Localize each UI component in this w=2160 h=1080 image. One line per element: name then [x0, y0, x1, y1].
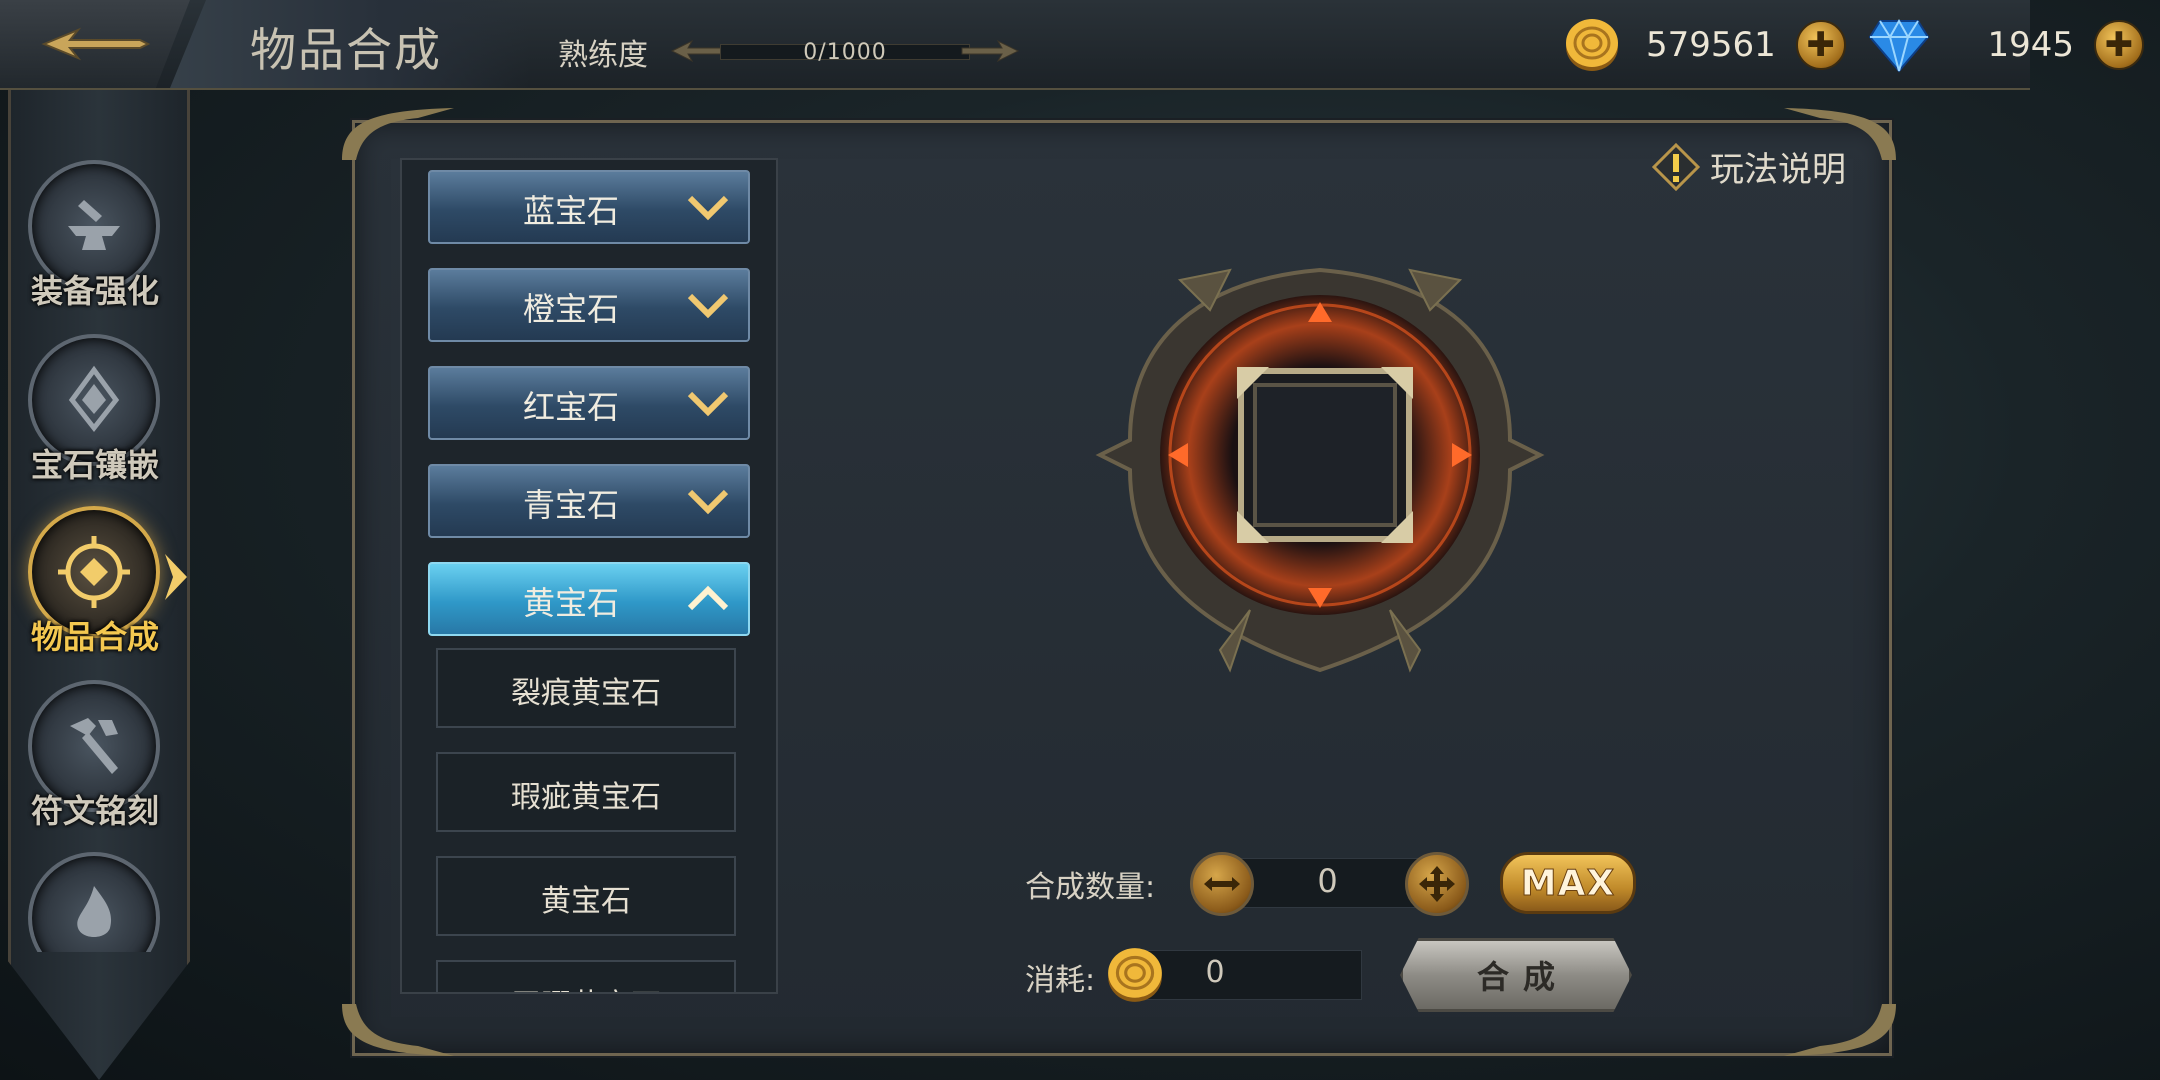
chevron-down-icon — [687, 293, 729, 319]
chevron-up-icon — [687, 585, 729, 611]
sidebar-item-forge[interactable] — [18, 852, 168, 952]
subitem-flawed-topaz[interactable]: 瑕疵黄宝石 — [436, 752, 736, 832]
subitem-cracked-topaz[interactable]: 裂痕黄宝石 — [436, 648, 736, 728]
flame-icon — [77, 886, 112, 937]
sidebar-item-gem-inlay[interactable]: 宝石镶嵌 — [18, 334, 168, 494]
subitem-topaz[interactable]: 黄宝石 — [436, 856, 736, 936]
sidebar-item-label: 符文铭刻 — [30, 792, 159, 830]
diamond-currency: 1945 ✚ — [1868, 14, 2144, 76]
proficiency-value: 0/1000 — [803, 40, 887, 65]
help-button[interactable]: 玩法说明 — [1652, 142, 1846, 191]
quantity-value[interactable]: 0 — [1270, 862, 1385, 900]
synthesize-button[interactable]: 合成 — [1400, 938, 1632, 1012]
category-list[interactable]: 蓝宝石 橙宝石 红宝石 青宝石 黄宝石 裂痕黄宝石 瑕疵黄宝石 黄宝石 无暇黄宝… — [400, 158, 778, 994]
add-gold-button[interactable]: ✚ — [1795, 20, 1846, 70]
sidebar-item-label: 装备强化 — [30, 272, 159, 310]
help-label: 玩法说明 — [1710, 150, 1846, 190]
corner-ornament-icon — [342, 1004, 454, 1056]
corner-ornament-icon — [342, 108, 454, 160]
corner-ornament-icon — [1784, 1004, 1896, 1056]
max-label: MAX — [1520, 862, 1616, 904]
active-indicator-arrow-icon — [165, 554, 187, 600]
chevron-down-icon — [687, 195, 729, 221]
cost-value: 0 — [1205, 955, 1225, 990]
exclamation-icon — [1652, 142, 1700, 191]
max-quantity-button[interactable]: MAX — [1500, 852, 1636, 914]
gold-coin-icon — [1108, 948, 1162, 1002]
increase-quantity-button[interactable] — [1405, 852, 1469, 916]
category-sapphire-button[interactable]: 蓝宝石 — [428, 170, 750, 244]
chevron-down-icon — [687, 489, 729, 515]
quantity-label: 合成数量: — [1025, 870, 1156, 905]
item-slot-frame-icon — [1237, 367, 1413, 543]
chevron-down-icon — [687, 391, 729, 417]
minus-arrows-icon — [1204, 877, 1240, 891]
subitem-flawless-topaz[interactable]: 无暇黄宝石 — [436, 960, 736, 992]
compass-diamond-icon — [58, 536, 130, 608]
gold-currency: 579561 ✚ — [1562, 14, 1846, 76]
category-ruby-button[interactable]: 红宝石 — [428, 366, 750, 440]
subitem-label: 黄宝石 — [541, 884, 631, 919]
diamond-amount: 1945 — [1987, 25, 2074, 65]
gem-socket-icon — [68, 365, 120, 433]
plus-arrows-icon — [1419, 866, 1455, 902]
sidebar-item-rune-engrave[interactable]: 符文铭刻 — [18, 680, 168, 840]
subitem-label: 裂痕黄宝石 — [511, 676, 661, 711]
plus-icon: ✚ — [1806, 25, 1836, 65]
sidebar-item-circle — [28, 852, 160, 952]
category-orange-gem-button[interactable]: 橙宝石 — [428, 268, 750, 342]
gold-amount: 579561 — [1646, 25, 1776, 65]
sidebar-item-equipment-enhance[interactable]: 装备强化 — [18, 160, 168, 320]
synthesize-label: 合成 — [1476, 958, 1569, 996]
decrease-quantity-button[interactable] — [1190, 852, 1254, 916]
anvil-icon — [68, 200, 120, 250]
diamond-icon — [1868, 18, 1930, 73]
page-title: 物品合成 — [250, 23, 442, 77]
plus-icon: ✚ — [2104, 25, 2134, 65]
add-diamond-button[interactable]: ✚ — [2094, 20, 2144, 70]
category-topaz-button[interactable]: 黄宝石 — [428, 562, 750, 636]
hammer-icon — [70, 718, 118, 774]
sidebar-item-label: 宝石镶嵌 — [30, 446, 159, 484]
back-arrow-icon — [41, 27, 150, 61]
cost-label: 消耗: — [1025, 963, 1096, 998]
synthesis-target-slot[interactable] — [1235, 365, 1415, 545]
proficiency-label: 熟练度 — [558, 38, 648, 73]
sidebar-item-label: 物品合成 — [30, 618, 159, 656]
category-cyan-gem-button[interactable]: 青宝石 — [428, 464, 750, 538]
subitem-label: 无暇黄宝石 — [438, 980, 734, 992]
subitem-label: 瑕疵黄宝石 — [511, 780, 661, 815]
sidebar-item-item-synthesis[interactable]: 物品合成 — [18, 506, 168, 666]
proficiency-bar: 0/1000 — [670, 38, 1020, 65]
gold-coin-icon — [1566, 19, 1618, 71]
